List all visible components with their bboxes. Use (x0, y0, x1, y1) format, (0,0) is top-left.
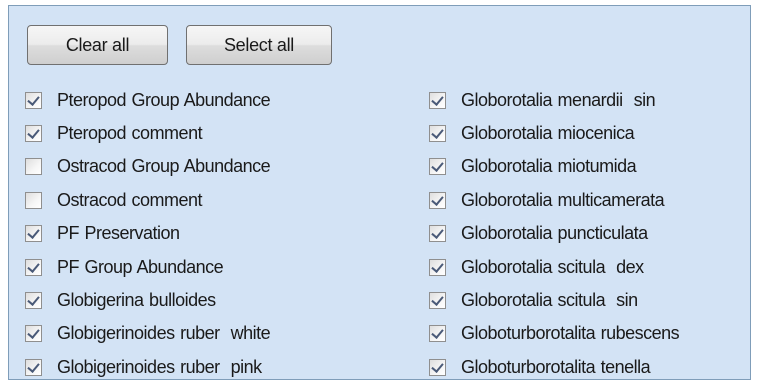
checkbox-item[interactable]: Pteropod comment (25, 116, 270, 150)
checked-checkbox[interactable] (25, 325, 42, 343)
checkbox-item[interactable]: Globigerinoides ruber white (25, 317, 271, 351)
clear-all-button[interactable]: Clear all (27, 25, 168, 65)
checkbox-label: Globoturborotalita tenella (461, 356, 651, 377)
checkbox-item[interactable]: Globigerinoides ruber pink (25, 350, 270, 384)
checkbox-label: Globorotalia scitula sin (461, 289, 638, 310)
checked-checkbox[interactable] (25, 291, 42, 309)
checked-checkbox[interactable] (25, 258, 42, 276)
checkbox-item[interactable]: Globorotalia scitula sin (429, 283, 679, 317)
checkbox-label: PF Preservation (57, 223, 180, 244)
checkbox-label: Pteropod comment (57, 122, 203, 143)
checkbox-item[interactable]: PF Group Abundance (25, 250, 270, 284)
checkbox-label: Ostracod Group Abundance (57, 156, 271, 177)
checked-checkbox[interactable] (429, 191, 446, 209)
checked-checkbox[interactable] (429, 358, 446, 376)
checked-checkbox[interactable] (429, 291, 446, 309)
checked-checkbox[interactable] (429, 325, 446, 343)
checkbox-item[interactable]: Globigerina bulloides (25, 283, 270, 317)
left-checkbox-column: Pteropod Group Abundance Pteropod comment… (25, 83, 271, 384)
checkbox-item[interactable]: Ostracod comment (25, 183, 270, 217)
checkbox-label: Pteropod Group Abundance (57, 89, 271, 110)
checkbox-label: PF Group Abundance (57, 256, 224, 277)
checked-checkbox[interactable] (429, 91, 446, 109)
checkbox-label: Globigerinoides ruber pink (57, 356, 262, 377)
checkbox-item[interactable]: Globorotalia miocenica (429, 116, 679, 150)
checkbox-label: Globoturborotalita rubescens (461, 323, 680, 344)
checked-checkbox[interactable] (429, 158, 446, 176)
checkbox-item[interactable]: Pteropod Group Abundance (25, 83, 271, 117)
checkbox-label: Globigerina bulloides (57, 289, 216, 310)
checkbox-item[interactable]: Globorotalia menardii sin (429, 83, 679, 117)
checkbox-label: Globorotalia miotumida (461, 156, 637, 177)
checkbox-label: Globorotalia puncticulata (461, 223, 648, 244)
checkbox-label: Globorotalia menardii sin (461, 89, 656, 110)
checkbox-item[interactable]: Ostracod Group Abundance (25, 150, 271, 184)
checkbox-item[interactable]: Globorotalia miotumida (429, 150, 679, 184)
checkbox-label: Globorotalia miocenica (461, 122, 635, 143)
checked-checkbox[interactable] (25, 91, 42, 109)
checkbox-item[interactable]: Globorotalia scitula dex (429, 250, 679, 284)
checked-checkbox[interactable] (429, 225, 446, 243)
checkbox-label: Globorotalia scitula dex (461, 256, 644, 277)
checked-checkbox[interactable] (25, 225, 42, 243)
checkbox-item[interactable]: Globorotalia puncticulata (429, 217, 679, 251)
unchecked-checkbox[interactable] (25, 158, 42, 176)
checked-checkbox[interactable] (25, 124, 42, 142)
checkbox-item[interactable]: Globoturborotalita tenella (429, 350, 679, 384)
checked-checkbox[interactable] (429, 124, 446, 142)
checkbox-label: Globigerinoides ruber white (57, 323, 271, 344)
checkbox-item[interactable]: PF Preservation (25, 217, 270, 251)
checkbox-label: Globorotalia multicamerata (461, 189, 665, 210)
checked-checkbox[interactable] (429, 258, 446, 276)
checkbox-label: Ostracod comment (57, 189, 203, 210)
checkbox-item[interactable]: Globoturborotalita rubescens (429, 317, 680, 351)
select-all-button[interactable]: Select all (186, 25, 332, 65)
right-checkbox-column: Globorotalia menardii sin Globorotalia mi… (429, 83, 680, 384)
unchecked-checkbox[interactable] (25, 191, 42, 209)
checkbox-panel: Clear all Select all Pteropod Group Abun… (8, 5, 751, 380)
checked-checkbox[interactable] (25, 358, 42, 376)
checkbox-item[interactable]: Globorotalia multicamerata (429, 183, 679, 217)
